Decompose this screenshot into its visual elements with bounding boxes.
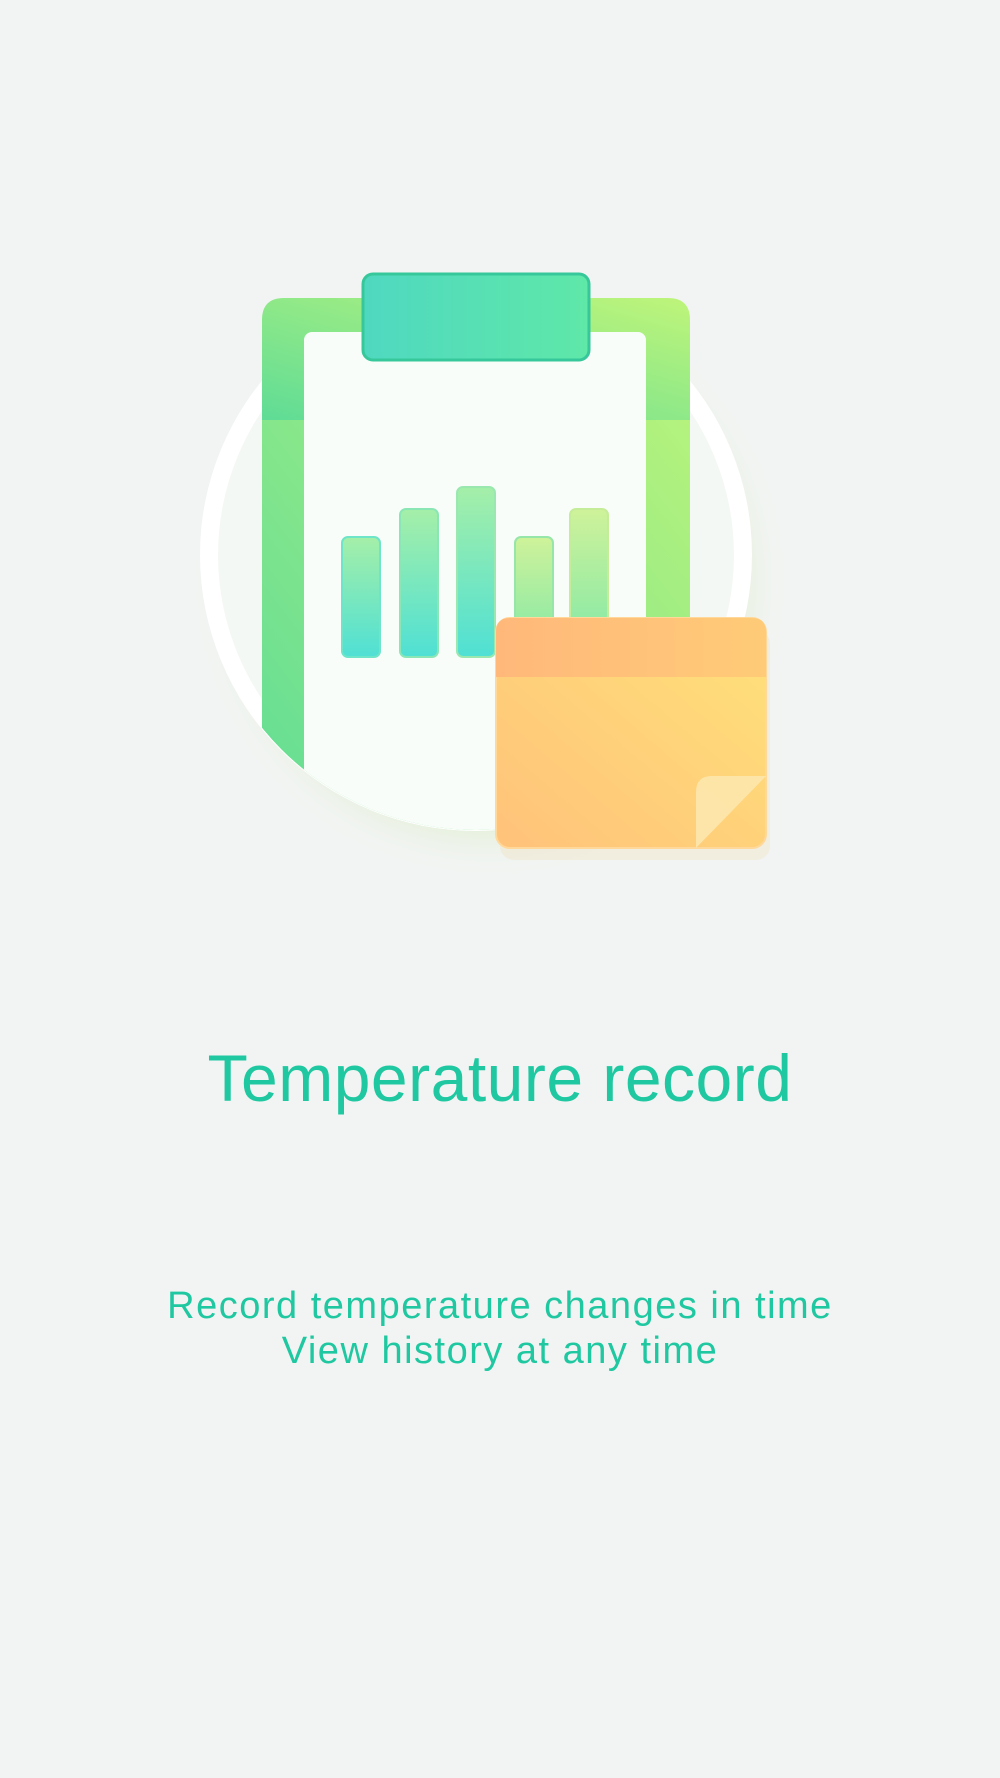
clipboard-chart-icon — [190, 272, 790, 880]
sticky-note-header — [496, 618, 766, 677]
chart-bar — [456, 486, 496, 658]
chart-bar — [399, 508, 439, 658]
page-subtitle: Record temperature changes in time View … — [0, 1284, 1000, 1374]
page-title: Temperature record — [207, 1041, 793, 1115]
subtitle-line: Record temperature changes in time — [167, 1285, 833, 1327]
onboarding-screen: Temperature record Record temperature ch… — [0, 0, 1000, 1778]
chart-bar — [341, 536, 381, 658]
clipboard-clamp — [361, 272, 591, 362]
subtitle-line: View history at any time — [281, 1330, 719, 1372]
